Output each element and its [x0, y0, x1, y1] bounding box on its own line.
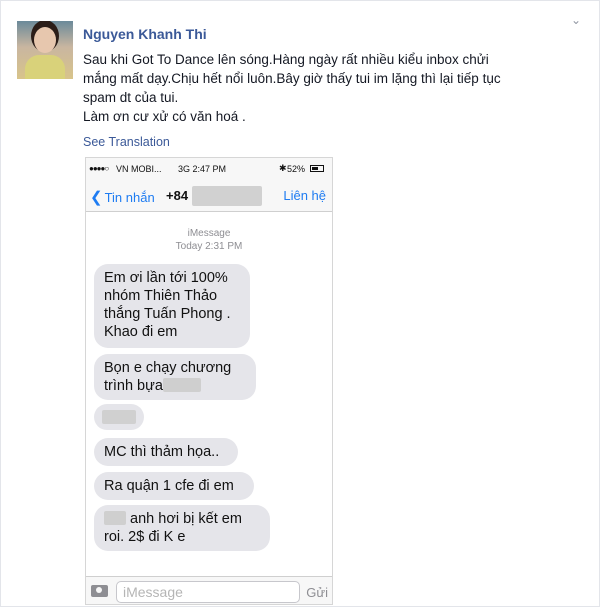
message-bubble: MC thì thảm họa.. [94, 438, 238, 466]
back-button[interactable]: ❮ Tin nhắn [90, 188, 155, 206]
redacted-text [104, 511, 126, 525]
carrier-name: VN MOBI... [116, 164, 162, 174]
status-time: 3G 2:47 PM [178, 164, 227, 174]
redacted-text [162, 378, 201, 392]
message-line: anh hơi bị kết em [104, 510, 260, 528]
post-text: Sau khi Got To Dance lên sóng.Hàng ngày … [83, 50, 563, 126]
send-button[interactable]: Gửi [306, 585, 328, 600]
message-bubble: Bọn e chạy chương trình bựa [94, 354, 256, 400]
message-bubble: Ra quận 1 cfe đi em [94, 472, 254, 500]
avatar-head [34, 27, 56, 53]
message-bubble-redacted [94, 404, 144, 430]
chevron-left-icon: ❮ [90, 189, 103, 206]
message-input[interactable] [116, 581, 300, 603]
message-text: anh hơi bị kết em [130, 511, 242, 527]
message-line: thắng Tuấn Phong . [104, 306, 231, 322]
message-line: Bọn e chạy chương [104, 360, 232, 376]
thread-label: iMessage [187, 228, 231, 239]
signal-icon: ●●●●○ [89, 164, 109, 173]
message-line: Em ơi lần tới 100% [104, 270, 228, 286]
redacted-number [192, 186, 262, 206]
back-label: Tin nhắn [104, 190, 155, 205]
thread-timestamp: Today 2:31 PM [175, 241, 243, 252]
post-text-line: Sau khi Got To Dance lên sóng.Hàng ngày … [83, 52, 489, 67]
facebook-post: ⌄ Nguyen Khanh Thi Sau khi Got To Dance … [0, 0, 600, 607]
post-text-line: spam dt của tui. [83, 90, 179, 105]
message-nav-bar: ❮ Tin nhắn +84 Liên hệ [86, 180, 332, 212]
camera-icon[interactable] [91, 585, 108, 597]
redacted-text [102, 410, 136, 424]
message-line: nhóm Thiên Thảo [104, 288, 218, 304]
contact-button[interactable]: Liên hệ [283, 188, 326, 203]
post-text-line: Làm ơn cư xử có văn hoá . [83, 109, 246, 124]
message-line: Khao đi em [104, 324, 178, 340]
avatar[interactable] [17, 21, 73, 79]
status-bar: ●●●●○ VN MOBI... 3G 2:47 PM ✱ 52% [86, 158, 332, 180]
message-text: trình bựa [104, 378, 163, 394]
message-bubble: anh hơi bị kết em roi. 2$ đi K e [94, 505, 270, 551]
see-translation-link[interactable]: See Translation [83, 135, 170, 149]
bluetooth-icon: ✱ [279, 163, 287, 173]
phone-screenshot: ●●●●○ VN MOBI... 3G 2:47 PM ✱ 52% ❮ Tin n… [85, 157, 333, 605]
battery-percent: 52% [287, 164, 306, 174]
contact-number: +84 [166, 188, 189, 203]
message-line: trình bựa [104, 377, 246, 395]
message-input-bar: Gửi [86, 576, 332, 604]
chevron-down-icon[interactable]: ⌄ [571, 13, 581, 27]
message-line: roi. 2$ đi K e [104, 529, 186, 545]
avatar-body [25, 55, 65, 79]
battery-icon [310, 165, 324, 172]
message-bubble: Em ơi lần tới 100% nhóm Thiên Thảo thắng… [94, 264, 250, 348]
post-text-line: mắng mất dạy.Chịu hết nổi luôn.Bây giờ t… [83, 71, 501, 86]
author-name[interactable]: Nguyen Khanh Thi [83, 26, 207, 42]
